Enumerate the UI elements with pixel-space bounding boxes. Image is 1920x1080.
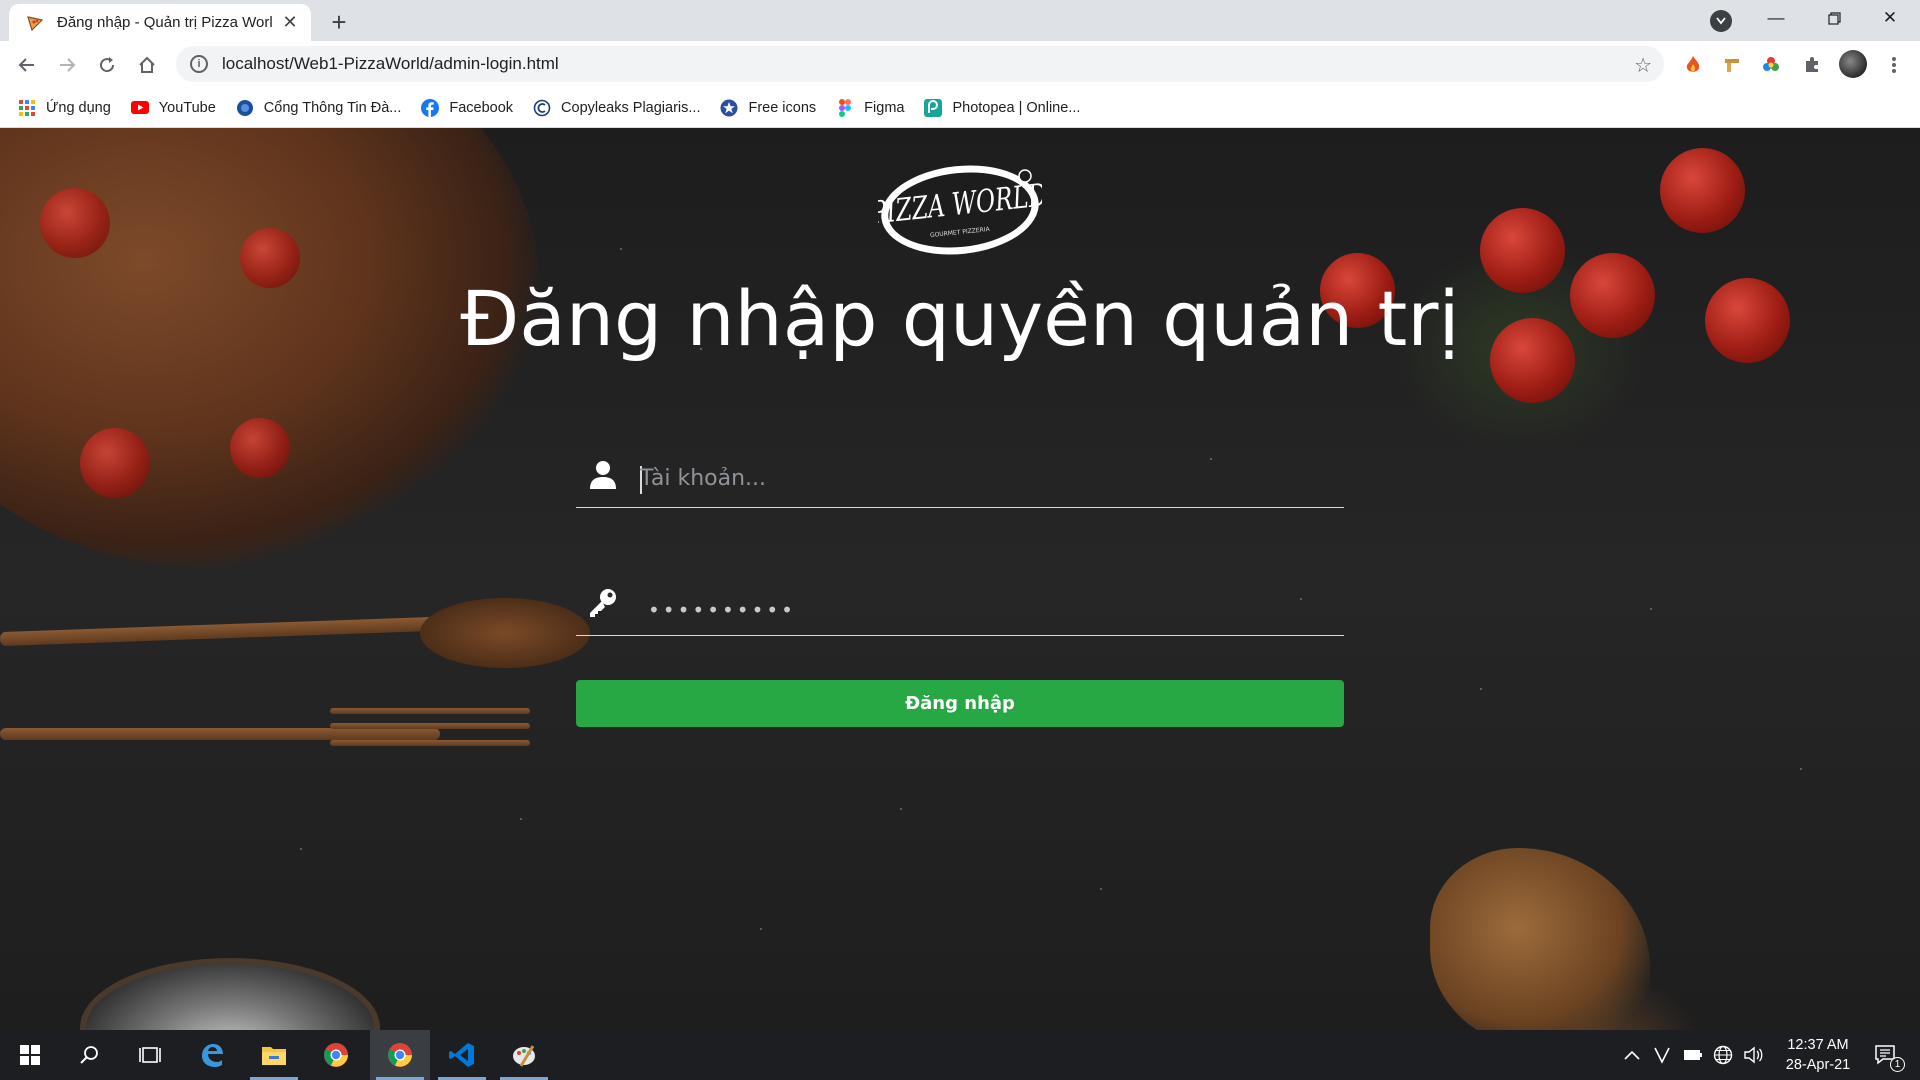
close-window-icon[interactable]: ✕ <box>1862 0 1918 36</box>
tab-search-button[interactable] <box>1710 10 1732 32</box>
youtube-icon <box>130 99 149 117</box>
edge-icon[interactable] <box>182 1030 242 1080</box>
bookmark-facebook[interactable]: Facebook <box>421 98 514 117</box>
copyleaks-icon <box>533 99 551 117</box>
profile-avatar[interactable] <box>1839 50 1867 78</box>
color-wheel-extension-icon[interactable] <box>1760 54 1782 76</box>
username-input[interactable] <box>640 456 1330 500</box>
minimize-icon[interactable]: — <box>1748 0 1804 36</box>
portal-icon <box>236 99 254 117</box>
page-title: Đăng nhập quyền quản trị <box>460 274 1460 363</box>
bookmark-label: Cổng Thông Tin Đà... <box>263 99 402 116</box>
browser-menu-icon[interactable] <box>1883 54 1905 76</box>
apps-grid-icon <box>18 99 36 117</box>
show-hidden-icons[interactable] <box>1624 1030 1640 1080</box>
address-bar[interactable]: i localhost/Web1-PizzaWorld/admin-login.… <box>176 46 1664 82</box>
bookmark-star-icon[interactable]: ☆ <box>1634 53 1652 78</box>
bookmark-photopea[interactable]: Photopea | Online... <box>924 98 1081 117</box>
address-url: localhost/Web1-PizzaWorld/admin-login.ht… <box>222 54 559 73</box>
new-tab-button[interactable]: + <box>325 7 353 37</box>
password-input[interactable]: •••••••••• <box>648 598 796 622</box>
file-explorer-icon[interactable] <box>244 1030 304 1080</box>
bookmark-label: Figma <box>864 99 905 116</box>
username-field <box>576 448 1344 508</box>
bookmark-label: Ứng dụng <box>46 99 111 116</box>
search-icon[interactable] <box>60 1030 120 1080</box>
bookmark-label: Photopea | Online... <box>952 99 1081 116</box>
clock-date: 28-Apr-21 <box>1785 1057 1851 1073</box>
restore-icon[interactable] <box>1806 0 1862 36</box>
chrome-active-icon[interactable] <box>370 1030 430 1080</box>
paint-icon[interactable] <box>494 1030 554 1080</box>
bookmark-free-icons[interactable]: Free icons <box>720 99 816 117</box>
key-icon <box>586 586 620 620</box>
browser-toolbar: i localhost/Web1-PizzaWorld/admin-login.… <box>0 41 1920 88</box>
bookmark-portal[interactable]: Cổng Thông Tin Đà... <box>236 99 402 117</box>
free-icons-icon <box>720 99 738 117</box>
system-clock[interactable]: 12:37 AM 28-Apr-21 <box>1768 1035 1868 1075</box>
bookmark-youtube[interactable]: YouTube <box>130 99 216 117</box>
reload-icon[interactable] <box>92 50 122 80</box>
site-info-icon[interactable]: i <box>190 55 208 73</box>
network-globe-icon[interactable] <box>1713 1030 1733 1080</box>
figma-icon <box>836 98 854 117</box>
home-icon[interactable] <box>132 50 162 80</box>
bookmark-label: Copyleaks Plagiaris... <box>561 99 701 116</box>
pizza-world-logo: PIZZA WORLD GOURMET PIZZERIA <box>868 158 1049 258</box>
tab-title: Đăng nhập - Quản trị Pizza World <box>57 14 273 31</box>
battery-icon[interactable] <box>1683 1030 1703 1080</box>
vscode-icon[interactable] <box>432 1030 492 1080</box>
task-view-icon[interactable] <box>120 1030 180 1080</box>
bookmark-label: YouTube <box>158 99 216 116</box>
forward-icon[interactable] <box>52 50 82 80</box>
bookmark-figma[interactable]: Figma <box>836 98 905 117</box>
volume-icon[interactable] <box>1743 1030 1763 1080</box>
extensions-puzzle-icon[interactable] <box>1801 54 1823 76</box>
clock-time: 12:37 AM <box>1787 1037 1849 1053</box>
facebook-icon <box>421 98 440 117</box>
user-icon <box>586 458 620 492</box>
browser-tab[interactable]: Đăng nhập - Quản trị Pizza World ✕ <box>9 4 311 41</box>
login-button[interactable]: Đăng nhập <box>576 680 1344 727</box>
browser-tab-strip: Đăng nhập - Quản trị Pizza World ✕ + — ✕ <box>0 0 1920 41</box>
windows-start-icon[interactable] <box>0 1030 60 1080</box>
page-viewport: PIZZA WORLD GOURMET PIZZERIA Đăng nhập q… <box>0 128 1920 1030</box>
tab-close-icon[interactable]: ✕ <box>279 12 301 34</box>
bookmark-apps[interactable]: Ứng dụng <box>18 99 111 117</box>
bookmark-label: Free icons <box>748 99 817 116</box>
eyedropper-extension-icon[interactable] <box>1721 54 1743 76</box>
bookmark-copyleaks[interactable]: Copyleaks Plagiaris... <box>533 99 700 117</box>
bookmarks-bar: Ứng dụng YouTube Cổng Thông Tin Đà... Fa… <box>0 88 1920 128</box>
photopea-icon <box>924 98 943 117</box>
notification-count-badge: 1 <box>1890 1057 1905 1072</box>
bookmark-label: Facebook <box>449 99 514 116</box>
pizza-favicon-icon <box>25 13 45 33</box>
vpn-tray-icon[interactable] <box>1653 1030 1671 1080</box>
notification-center-icon[interactable]: 1 <box>1866 1030 1906 1080</box>
back-icon[interactable] <box>12 50 42 80</box>
chrome-icon[interactable] <box>306 1030 366 1080</box>
windows-taskbar: 12:37 AM 28-Apr-21 1 <box>0 1030 1920 1080</box>
password-field: •••••••••• <box>576 576 1344 636</box>
fire-extension-icon[interactable] <box>1682 54 1704 76</box>
